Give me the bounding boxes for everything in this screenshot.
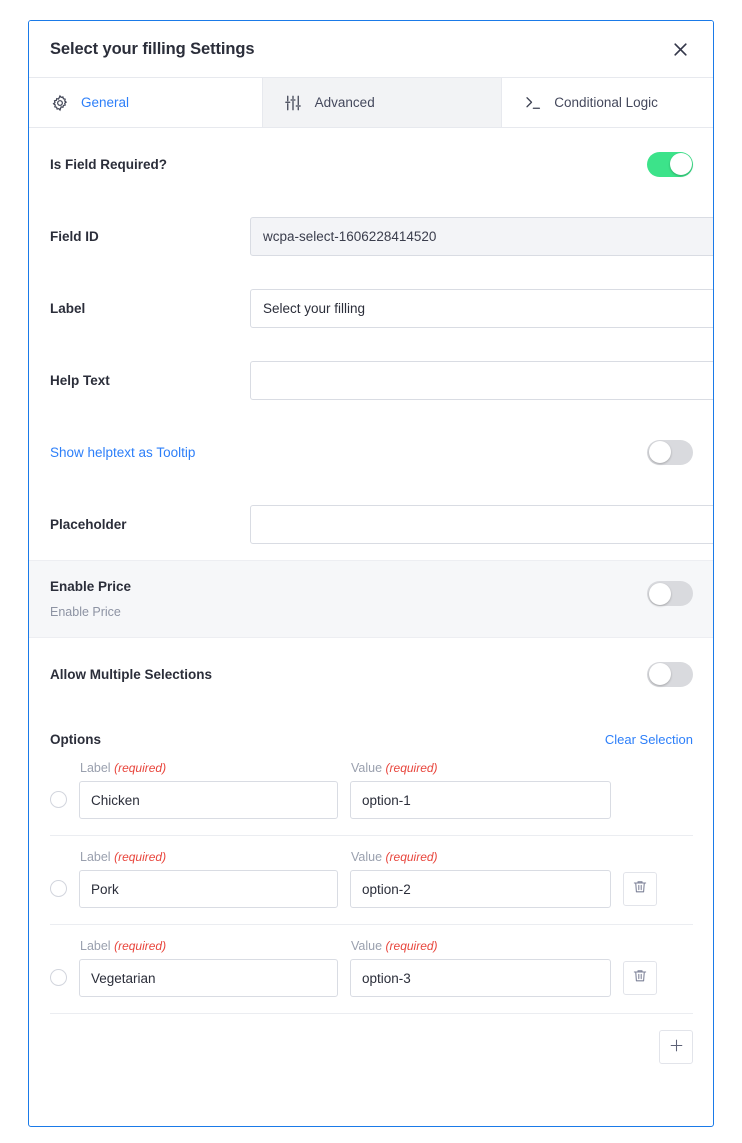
option-value-caption: Value (required) bbox=[351, 761, 438, 775]
tab-conditional-logic-label: Conditional Logic bbox=[554, 95, 658, 110]
delete-option-button[interactable] bbox=[623, 872, 657, 906]
settings-body: Is Field Required? Field ID Label Help T… bbox=[29, 128, 713, 1078]
help-text-label: Help Text bbox=[50, 372, 110, 388]
dialog-header: Select your filling Settings bbox=[29, 21, 713, 77]
add-option-button[interactable] bbox=[659, 1030, 693, 1064]
row-show-helptext-as-tooltip: Show helptext as Tooltip bbox=[29, 416, 713, 488]
row-allow-multiple-selections: Allow Multiple Selections bbox=[29, 638, 713, 710]
delete-option-button[interactable] bbox=[623, 961, 657, 995]
option-value-input[interactable] bbox=[350, 870, 611, 908]
tab-general[interactable]: General bbox=[29, 78, 263, 127]
option-radio[interactable] bbox=[50, 791, 67, 808]
label-field-label: Label bbox=[50, 300, 86, 316]
sliders-icon bbox=[284, 93, 303, 112]
option-value-input[interactable] bbox=[350, 781, 611, 819]
row-enable-price: Enable Price Enable Price bbox=[29, 560, 713, 638]
tab-advanced-label: Advanced bbox=[314, 95, 375, 110]
row-label: Label bbox=[29, 272, 713, 344]
table-row: Label (required) Value (required) bbox=[50, 835, 693, 924]
option-label-input[interactable] bbox=[79, 959, 338, 997]
settings-tabs: General Advanced Conditional Logic bbox=[29, 77, 713, 128]
option-value-caption: Value (required) bbox=[351, 939, 438, 953]
row-placeholder: Placeholder bbox=[29, 488, 713, 560]
is-field-required-label: Is Field Required? bbox=[50, 156, 168, 172]
options-title: Options bbox=[50, 732, 101, 747]
option-value-caption: Value (required) bbox=[351, 850, 438, 864]
row-help-text: Help Text bbox=[29, 344, 713, 416]
delete-placeholder bbox=[623, 783, 657, 817]
show-helptext-as-tooltip-toggle[interactable] bbox=[647, 439, 693, 465]
placeholder-label: Placeholder bbox=[50, 516, 127, 532]
page-title: Select your filling Settings bbox=[50, 39, 255, 58]
gear-icon bbox=[50, 93, 69, 112]
option-label-input[interactable] bbox=[79, 870, 338, 908]
row-is-field-required: Is Field Required? bbox=[29, 128, 713, 200]
option-label-caption: Label (required) bbox=[80, 850, 167, 864]
enable-price-label: Enable Price bbox=[50, 579, 132, 594]
settings-dialog: Select your filling Settings General Adv… bbox=[28, 20, 714, 1127]
close-icon[interactable] bbox=[667, 36, 693, 62]
option-value-input[interactable] bbox=[350, 959, 611, 997]
add-option-row bbox=[50, 1013, 693, 1078]
option-radio[interactable] bbox=[50, 880, 67, 897]
is-field-required-toggle[interactable] bbox=[647, 151, 693, 177]
row-field-id: Field ID bbox=[29, 200, 713, 272]
options-header: Options Clear Selection bbox=[29, 710, 713, 755]
clear-selection-button[interactable]: Clear Selection bbox=[605, 732, 693, 747]
table-row: Label (required) Value (required) bbox=[50, 924, 693, 1013]
enable-price-description: Enable Price bbox=[50, 605, 121, 619]
option-label-input[interactable] bbox=[79, 781, 338, 819]
options-list: Label (required) Value (required) bbox=[29, 755, 713, 1078]
enable-price-toggle[interactable] bbox=[647, 581, 693, 606]
help-text-input[interactable] bbox=[250, 360, 713, 400]
label-input[interactable] bbox=[250, 288, 713, 328]
trash-icon bbox=[632, 968, 648, 989]
trash-icon bbox=[632, 879, 648, 900]
show-helptext-as-tooltip-label[interactable]: Show helptext as Tooltip bbox=[50, 445, 250, 460]
field-id-label: Field ID bbox=[50, 228, 99, 244]
plus-icon bbox=[668, 1037, 685, 1058]
option-label-caption: Label (required) bbox=[80, 939, 167, 953]
option-radio[interactable] bbox=[50, 969, 67, 986]
tab-conditional-logic[interactable]: Conditional Logic bbox=[502, 78, 713, 127]
placeholder-input[interactable] bbox=[250, 504, 713, 544]
field-id-input[interactable] bbox=[250, 216, 713, 256]
allow-multiple-selections-label: Allow Multiple Selections bbox=[50, 666, 213, 682]
tab-advanced[interactable]: Advanced bbox=[262, 78, 503, 127]
tab-general-label: General bbox=[81, 95, 130, 110]
option-label-caption: Label (required) bbox=[80, 761, 167, 775]
table-row: Label (required) Value (required) bbox=[50, 755, 693, 835]
allow-multiple-selections-toggle[interactable] bbox=[647, 661, 693, 687]
terminal-prompt-icon bbox=[523, 93, 542, 112]
